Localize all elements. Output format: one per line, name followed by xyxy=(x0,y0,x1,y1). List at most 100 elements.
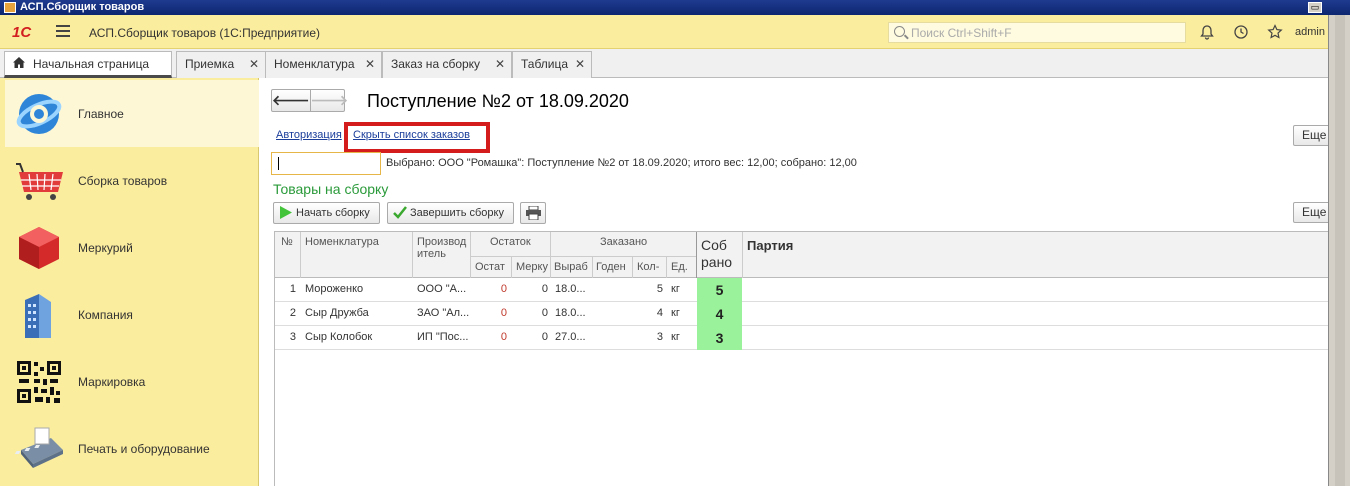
cell-stock: 0 xyxy=(500,283,507,295)
favorites-star-icon[interactable] xyxy=(1266,24,1284,42)
sidebar-item-label: Печать и оборудование xyxy=(78,442,210,456)
col-collected-2: рано xyxy=(701,254,733,270)
col-ordered: Заказано xyxy=(600,236,648,248)
text-caret xyxy=(278,157,279,170)
cell-collected[interactable]: 3 xyxy=(697,326,742,350)
sidebar-item-main[interactable]: Главное xyxy=(5,80,259,147)
button-label: Начать сборку xyxy=(296,207,370,219)
cell-mercury: 0 xyxy=(541,331,548,343)
payment-terminal-icon xyxy=(14,426,63,472)
tab-label: Номенклатура xyxy=(274,57,355,71)
barcode-input[interactable] xyxy=(271,152,381,175)
cell-unit: кг xyxy=(671,331,680,343)
window-title-bar: АСП.Сборщик товаров xyxy=(0,0,1350,15)
col-remain-mercury: Мерку xyxy=(516,261,548,273)
sidebar: Главное Сборка товаров Меркурий Компания… xyxy=(0,78,259,486)
cell-collected[interactable]: 4 xyxy=(697,302,742,326)
start-assembly-button[interactable]: Начать сборку xyxy=(273,202,380,224)
tab-nomenklatura[interactable]: Номенклатура ✕ xyxy=(265,51,382,78)
cell-mercury: 0 xyxy=(541,307,548,319)
cell-mercury: 0 xyxy=(541,283,548,295)
highlight-frame xyxy=(344,122,490,153)
checkmark-icon xyxy=(393,206,407,226)
close-tab-icon[interactable]: ✕ xyxy=(249,52,259,76)
sidebar-item-company[interactable]: Компания xyxy=(5,281,259,348)
more-button[interactable]: Еще xyxy=(1293,125,1333,146)
search-input[interactable]: Поиск Ctrl+Shift+F xyxy=(888,22,1186,43)
tab-bar: Начальная страница Приемка ✕ Номенклатура… xyxy=(0,49,1328,78)
cell-maker: ЗАО "Ал... xyxy=(417,307,470,319)
page-title: Поступление №2 от 18.09.2020 xyxy=(367,91,629,111)
close-tab-icon[interactable]: ✕ xyxy=(495,52,505,76)
cell-num: 3 xyxy=(289,331,296,343)
cell-unit: кг xyxy=(671,283,680,295)
table-header: № Номенклатура Производ итель Остаток За… xyxy=(275,232,1329,278)
table-row[interactable]: 2 Сыр Дружба ЗАО "Ал... 0 0 18.0... 4 кг… xyxy=(275,302,1329,326)
col-remain-stock: Остат xyxy=(475,261,505,273)
col-nomenclature: Номенклатура xyxy=(305,236,379,248)
window-maximize-icon[interactable]: ▭ xyxy=(1308,2,1322,13)
cell-collected[interactable]: 5 xyxy=(697,278,742,302)
sidebar-item-label: Меркурий xyxy=(78,241,133,255)
col-unit: Ед. xyxy=(671,261,688,273)
sidebar-item-label: Сборка товаров xyxy=(78,174,168,188)
sidebar-item-print-equipment[interactable]: Печать и оборудование xyxy=(5,415,259,482)
cell-produced: 27.0... xyxy=(555,331,586,343)
table-row[interactable]: 3 Сыр Колобок ИП "Пос... 0 0 27.0... 3 к… xyxy=(275,326,1329,350)
window-title: АСП.Сборщик товаров xyxy=(20,1,145,13)
app-header: 1С АСП.Сборщик товаров (1С:Предприятие) … xyxy=(0,15,1328,49)
app-window-icon xyxy=(4,2,16,13)
app-title: АСП.Сборщик товаров (1С:Предприятие) xyxy=(89,26,321,40)
tab-label: Заказ на сборку xyxy=(391,57,481,71)
print-button[interactable] xyxy=(520,202,546,224)
col-batch: Партия xyxy=(747,238,794,253)
col-collected-1: Соб xyxy=(701,237,727,253)
bell-icon[interactable] xyxy=(1198,24,1216,42)
cell-stock: 0 xyxy=(500,331,507,343)
basket-icon xyxy=(15,158,63,204)
tab-priemka[interactable]: Приемка ✕ xyxy=(176,51,266,78)
sidebar-item-label: Маркировка xyxy=(78,375,146,389)
search-placeholder: Поиск Ctrl+Shift+F xyxy=(911,26,1012,40)
sidebar-item-marking[interactable]: Маркировка xyxy=(5,348,259,415)
tab-label: Таблица xyxy=(521,57,569,71)
tab-label: Приемка xyxy=(185,57,235,71)
tab-table[interactable]: Таблица ✕ xyxy=(512,51,592,78)
sidebar-item-assembly[interactable]: Сборка товаров xyxy=(5,147,259,214)
user-name[interactable]: admin xyxy=(1295,26,1325,38)
qr-code-icon xyxy=(15,359,63,405)
cell-unit: кг xyxy=(671,307,680,319)
window-right-border xyxy=(1328,15,1350,486)
cell-qty: 5 xyxy=(656,283,663,295)
finish-assembly-button[interactable]: Завершить сборку xyxy=(387,202,514,224)
sidebar-item-mercury[interactable]: Меркурий xyxy=(5,214,259,281)
col-maker-1: Производ xyxy=(417,236,467,248)
cell-stock: 0 xyxy=(500,307,507,319)
main-section-icon xyxy=(15,91,63,137)
cell-num: 1 xyxy=(289,283,296,295)
forward-arrow-icon[interactable]: 🡒 xyxy=(311,90,349,111)
printer-icon xyxy=(526,205,541,227)
back-arrow-icon[interactable]: 🡐 xyxy=(272,90,311,111)
more-button-table[interactable]: Еще xyxy=(1293,202,1333,223)
col-num: № xyxy=(281,236,293,248)
history-icon[interactable] xyxy=(1232,24,1250,42)
cell-qty: 4 xyxy=(656,307,663,319)
tab-order-assembly[interactable]: Заказ на сборку ✕ xyxy=(382,51,512,78)
tab-home[interactable]: Начальная страница xyxy=(4,51,172,78)
play-icon xyxy=(279,206,292,226)
cell-produced: 18.0... xyxy=(555,283,586,295)
building-icon xyxy=(15,292,63,338)
cell-maker: ООО "А... xyxy=(417,283,467,295)
auth-link[interactable]: Авторизация xyxy=(276,129,342,141)
close-tab-icon[interactable]: ✕ xyxy=(575,52,585,76)
close-tab-icon[interactable]: ✕ xyxy=(365,52,375,76)
sidebar-item-label: Главное xyxy=(78,107,124,121)
cell-num: 2 xyxy=(289,307,296,319)
sidebar-item-label: Компания xyxy=(78,308,133,322)
cell-produced: 18.0... xyxy=(555,307,586,319)
cube-icon xyxy=(15,225,63,271)
cell-nomenclature: Сыр Колобок xyxy=(305,331,373,343)
table-row[interactable]: 1 Мороженко ООО "А... 0 0 18.0... 5 кг 5 xyxy=(275,278,1329,302)
menu-hamburger-icon[interactable] xyxy=(56,25,70,37)
